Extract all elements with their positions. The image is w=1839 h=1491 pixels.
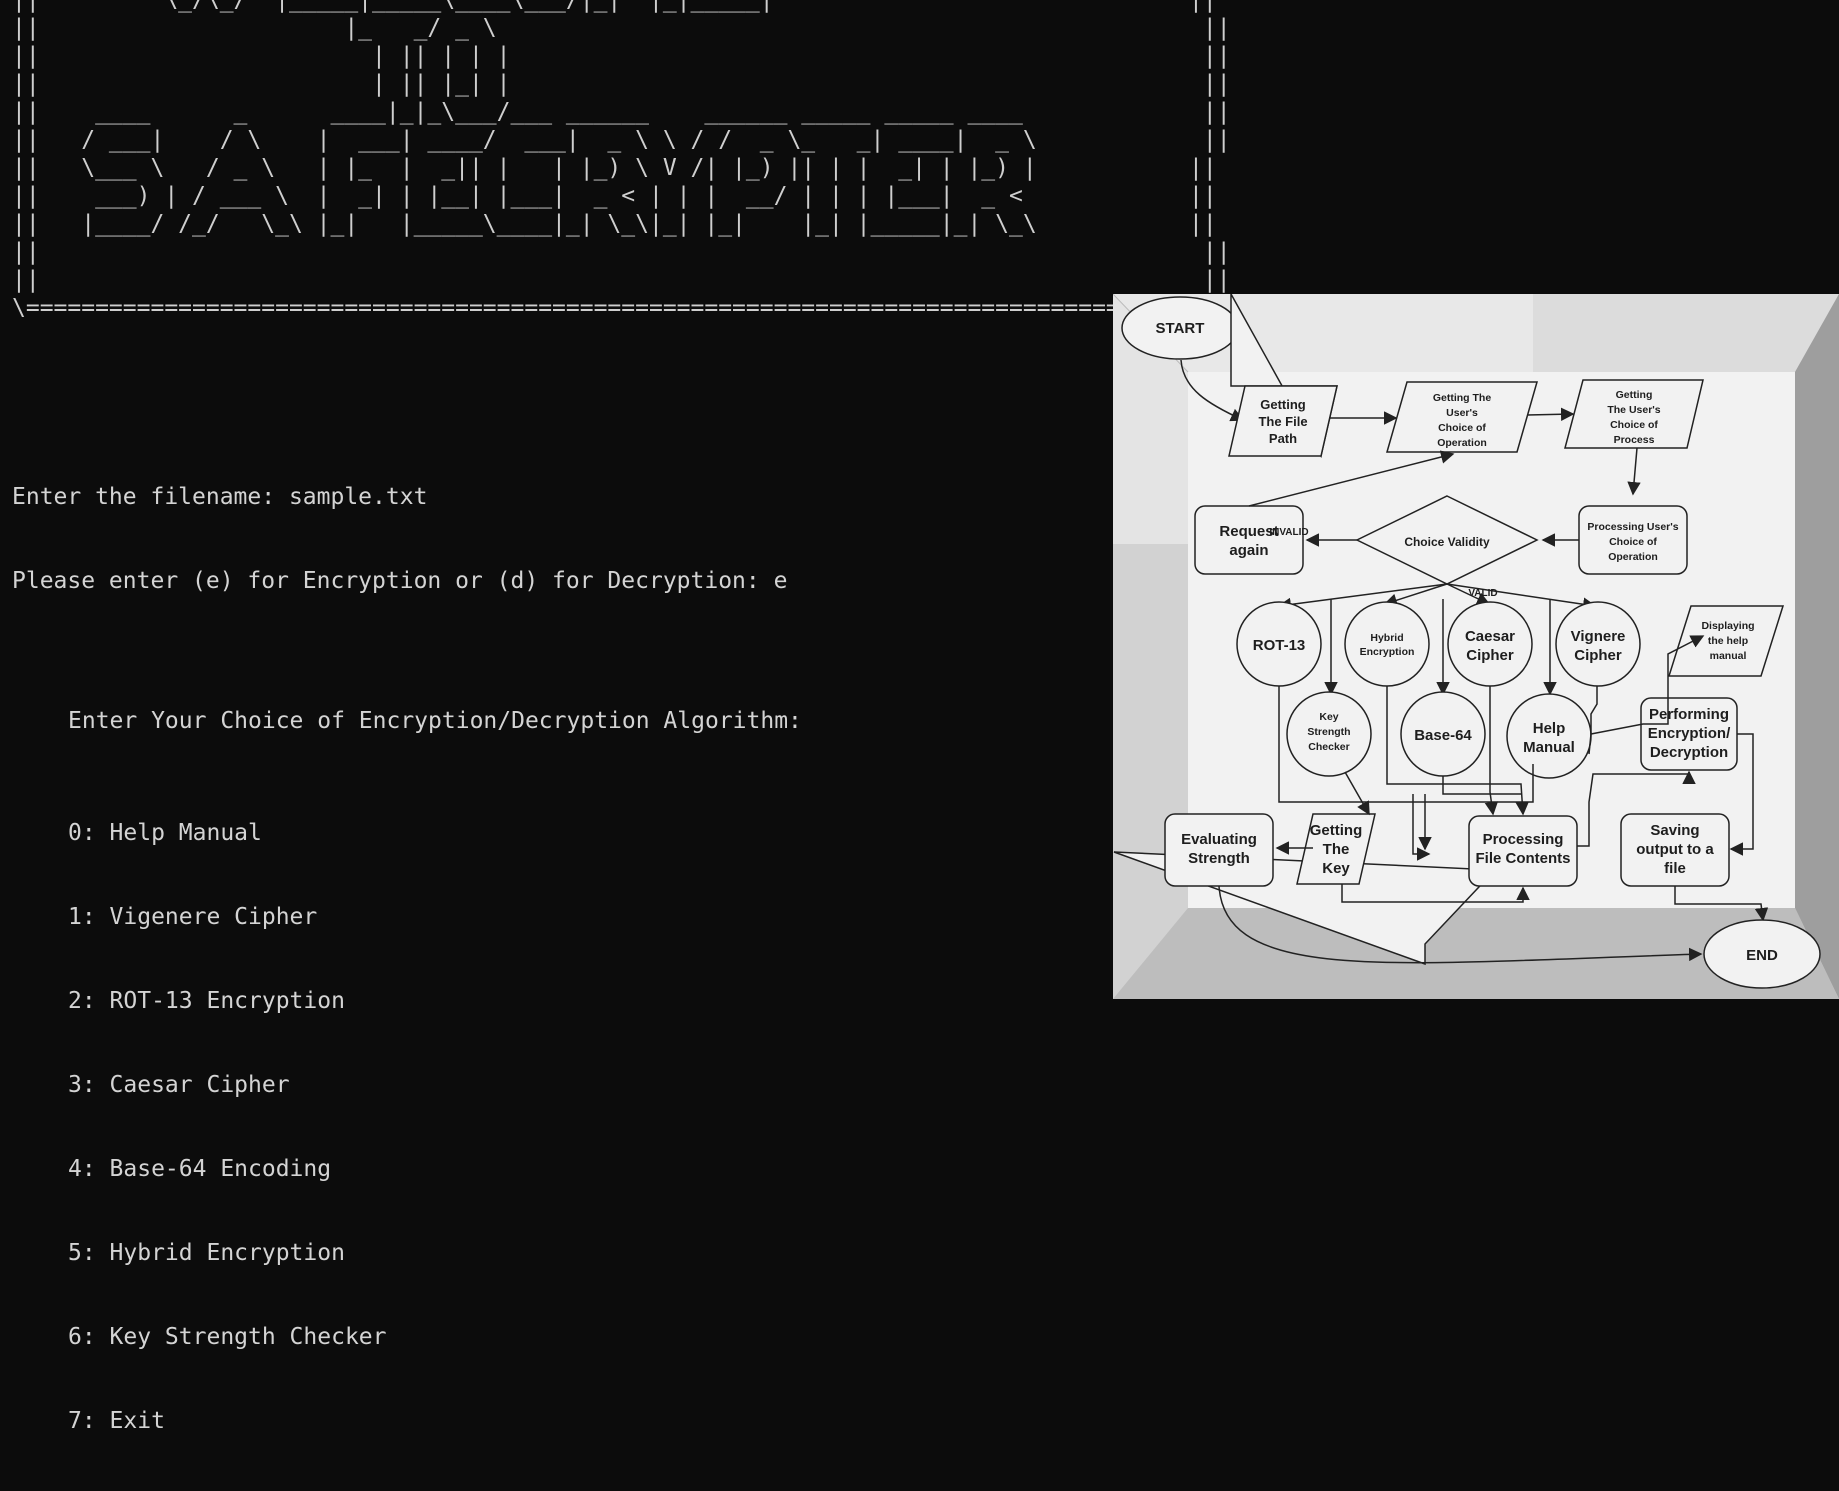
menu-item-vigenere: 1: Vigenere Cipher — [68, 904, 318, 930]
help-manual-label-1: Help — [1533, 720, 1566, 737]
performing-label-3: Decryption — [1650, 744, 1728, 761]
vignere-label-1: Vignere — [1571, 628, 1626, 645]
valid-label: VALID — [1468, 588, 1497, 599]
choice-validity-label: Choice Validity — [1404, 535, 1490, 549]
menu-item-key-strength: 6: Key Strength Checker — [68, 1324, 387, 1350]
processing-choice-label-1: Processing User's — [1587, 521, 1678, 533]
help-display-label-2: the help — [1708, 635, 1748, 647]
menu-item-hybrid: 5: Hybrid Encryption — [68, 1240, 345, 1266]
operation-label-3: Choice of — [1438, 422, 1486, 434]
operation-label-4: Operation — [1437, 437, 1487, 449]
help-display-label-1: Displaying — [1701, 620, 1754, 632]
hybrid-label-2: Encryption — [1360, 646, 1415, 658]
rot13-label: ROT-13 — [1253, 637, 1306, 654]
getting-key-label-2: The — [1323, 841, 1350, 858]
getting-key-label-1: Getting — [1310, 822, 1363, 839]
process-label-3: Choice of — [1610, 419, 1658, 431]
menu-item-caesar: 3: Caesar Cipher — [68, 1072, 290, 1098]
filename-prompt: Enter the filename: sample.txt — [12, 484, 428, 510]
help-manual-label-2: Manual — [1523, 739, 1575, 756]
getting-key-label-3: Key — [1322, 860, 1350, 877]
file-path-label-2: The File — [1258, 414, 1307, 429]
mode-prompt: Please enter (e) for Encryption or (d) f… — [12, 568, 788, 594]
caesar-label-2: Cipher — [1466, 647, 1514, 664]
key-strength-label-2: Strength — [1307, 726, 1350, 738]
process-label-4: Process — [1614, 434, 1655, 446]
ascii-banner: || \_/\_/ |_____|_____\____\___/|_| |_|_… — [12, 0, 1231, 321]
performing-label-2: Encryption/ — [1648, 725, 1731, 742]
start-label: START — [1156, 320, 1205, 337]
processing-file-label-2: File Contents — [1475, 850, 1570, 867]
evaluating-label-1: Evaluating — [1181, 831, 1257, 848]
key-strength-label-1: Key — [1319, 711, 1338, 723]
file-path-label-1: Getting — [1260, 397, 1306, 412]
process-label-1: Getting — [1616, 389, 1653, 401]
saving-label-2: output to a — [1636, 841, 1714, 858]
flowchart-image: START Getting The File Path Getting The … — [1113, 294, 1839, 999]
processing-choice-label-2: Choice of — [1609, 536, 1657, 548]
menu-item-base64: 4: Base-64 Encoding — [68, 1156, 332, 1182]
algorithm-prompt: Enter Your Choice of Encryption/Decrypti… — [68, 708, 802, 734]
process-label-2: The User's — [1607, 404, 1660, 416]
end-label: END — [1746, 947, 1778, 964]
request-again-label-2: again — [1229, 542, 1268, 559]
file-path-label-3: Path — [1269, 431, 1297, 446]
saving-label-1: Saving — [1650, 822, 1699, 839]
evaluating-label-2: Strength — [1188, 850, 1250, 867]
performing-label-1: Performing — [1649, 706, 1729, 723]
request-again-label-1: Request — [1219, 523, 1278, 540]
menu-item-help: 0: Help Manual — [68, 820, 262, 846]
hybrid-node — [1344, 601, 1430, 687]
terminal-window: || \_/\_/ |_____|_____\____\___/|_| |_|_… — [0, 0, 1231, 1434]
base64-label: Base-64 — [1414, 727, 1472, 744]
saving-label-3: file — [1664, 860, 1686, 877]
flowchart-diagram: START Getting The File Path Getting The … — [1113, 294, 1839, 999]
hybrid-label-1: Hybrid — [1370, 632, 1403, 644]
processing-file-label-1: Processing — [1483, 831, 1564, 848]
request-again-node — [1194, 505, 1304, 575]
caesar-label-1: Caesar — [1465, 628, 1515, 645]
processing-choice-label-3: Operation — [1608, 551, 1658, 563]
menu-item-exit: 7: Exit — [68, 1408, 165, 1434]
algorithm-menu: 0: Help Manual 1: Vigenere Cipher 2: ROT… — [68, 763, 387, 1491]
vignere-label-2: Cipher — [1574, 647, 1622, 664]
operation-label-2: User's — [1446, 407, 1478, 419]
help-display-label-3: manual — [1710, 650, 1747, 662]
key-strength-label-3: Checker — [1308, 741, 1349, 753]
menu-item-rot13: 2: ROT-13 Encryption — [68, 988, 345, 1014]
operation-label-1: Getting The — [1433, 392, 1491, 404]
